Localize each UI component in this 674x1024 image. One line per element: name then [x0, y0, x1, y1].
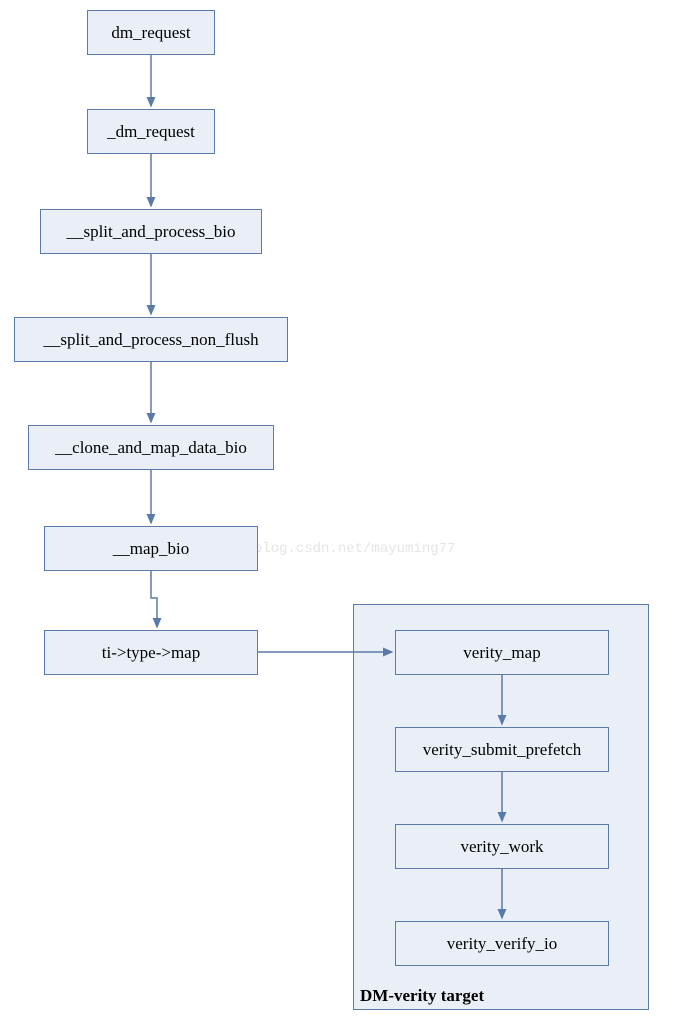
node-map-bio: __map_bio: [44, 526, 258, 571]
node-label: verity_work: [460, 837, 543, 857]
dm-verity-target-label: DM-verity target: [360, 986, 484, 1006]
node-split-process-non-flush: __split_and_process_non_flush: [14, 317, 288, 362]
node-label: ti->type->map: [102, 643, 200, 663]
node-label: verity_verify_io: [447, 934, 557, 954]
node-label: dm_request: [111, 23, 190, 43]
node-label: __split_and_process_non_flush: [43, 330, 258, 350]
node-label: __clone_and_map_data_bio: [55, 438, 247, 458]
node-verity-map: verity_map: [395, 630, 609, 675]
node-label: __split_and_process_bio: [66, 222, 235, 242]
node-label: verity_submit_prefetch: [423, 740, 582, 760]
arrow-n6-n7: [151, 571, 157, 627]
node-clone-map-data-bio: __clone_and_map_data_bio: [28, 425, 274, 470]
node-ti-type-map: ti->type->map: [44, 630, 258, 675]
node-split-process-bio: __split_and_process_bio: [40, 209, 262, 254]
node-dm-request-2: _dm_request: [87, 109, 215, 154]
node-dm-request: dm_request: [87, 10, 215, 55]
node-verity-work: verity_work: [395, 824, 609, 869]
node-label: __map_bio: [113, 539, 190, 559]
node-verity-submit-prefetch: verity_submit_prefetch: [395, 727, 609, 772]
node-label: verity_map: [463, 643, 540, 663]
node-verity-verify-io: verity_verify_io: [395, 921, 609, 966]
node-label: _dm_request: [107, 122, 195, 142]
